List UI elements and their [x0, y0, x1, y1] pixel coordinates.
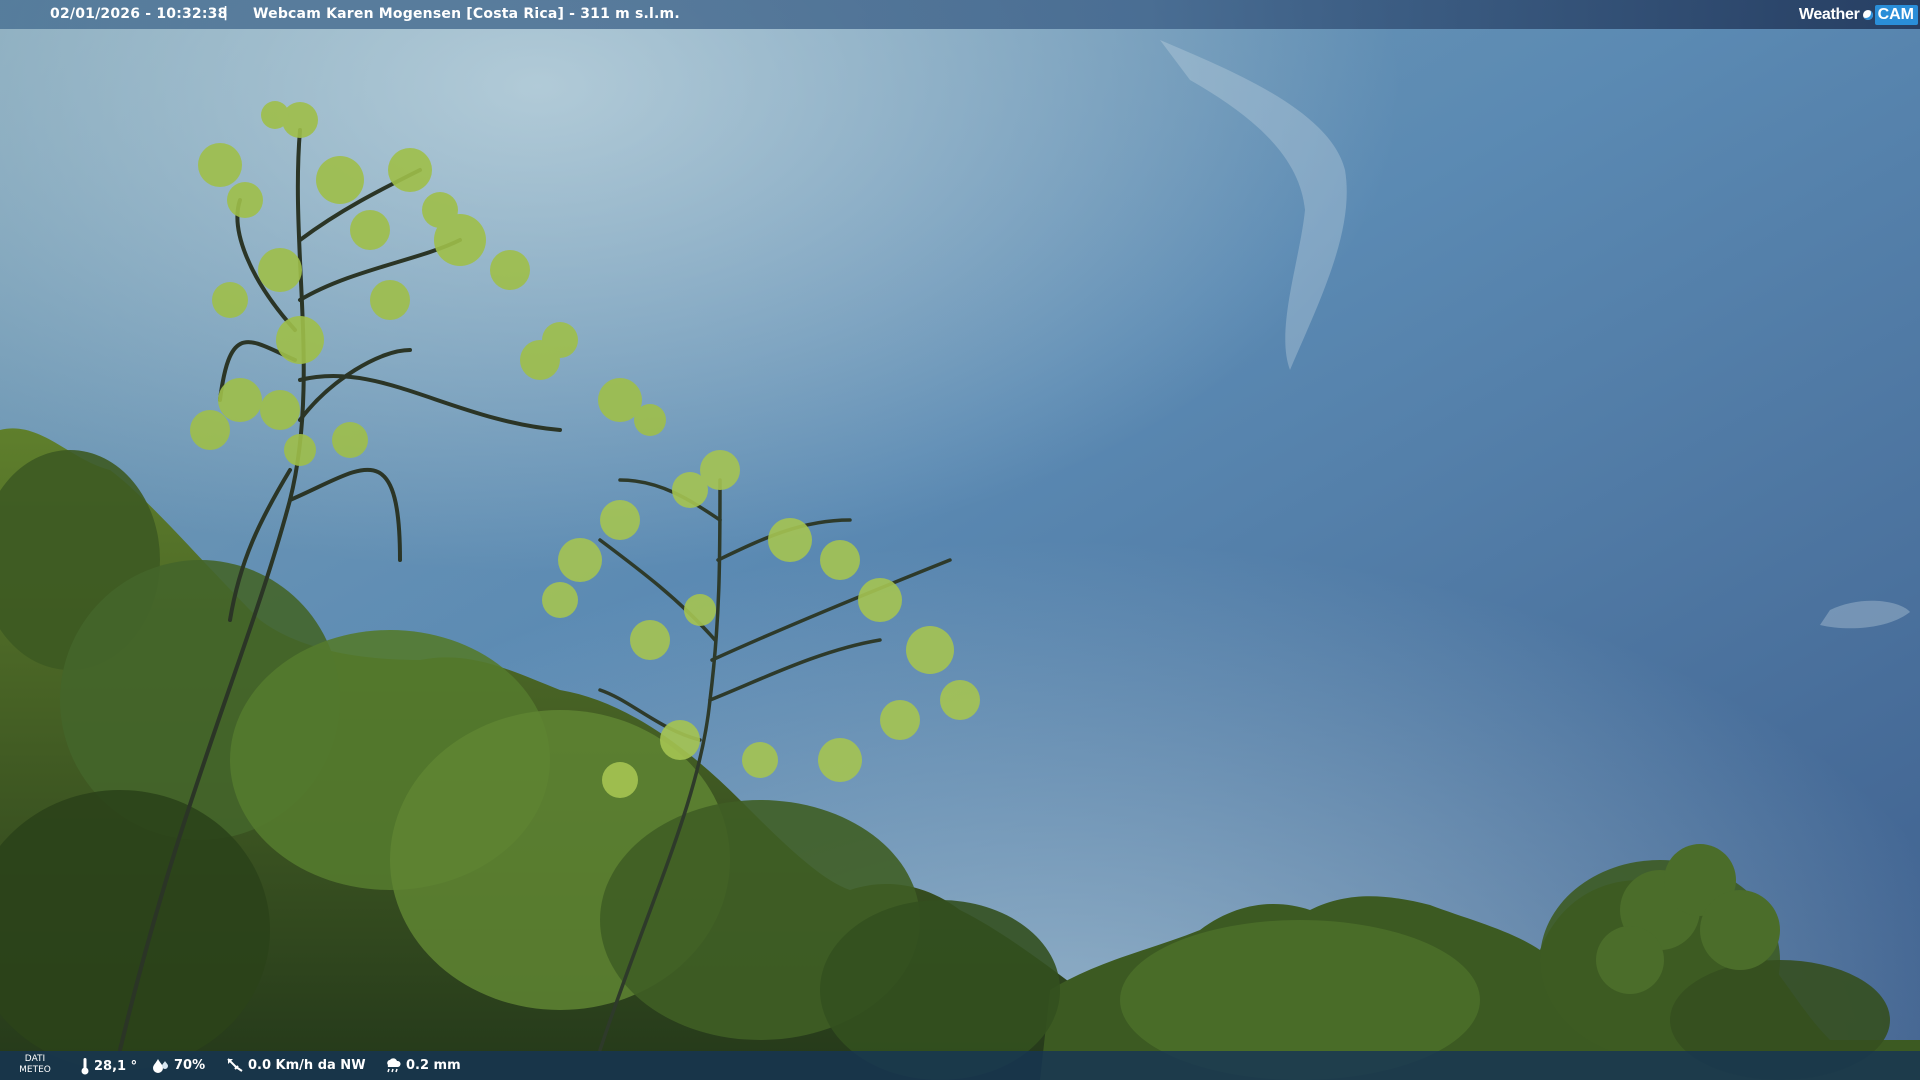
wind-value: 0.0 Km/h da NW — [248, 1057, 366, 1073]
rain-cloud-icon — [387, 1058, 401, 1073]
rain-metric: 0.2 mm — [384, 1057, 461, 1073]
wind-vane-icon — [227, 1058, 243, 1072]
temperature-metric: 28,1 ° — [80, 1057, 137, 1075]
logo-text-cam: CAM — [1874, 4, 1918, 25]
weathercam-logo[interactable]: Weather CAM — [1799, 3, 1918, 26]
rain-value: 0.2 mm — [406, 1057, 461, 1073]
webcam-frame: 02/01/2026 - 10:32:38 | Webcam Karen Mog… — [0, 0, 1920, 1080]
thermometer-icon — [81, 1058, 89, 1075]
label-line-2: METEO — [19, 1065, 51, 1075]
droplet-icon — [153, 1059, 168, 1073]
webcam-title: Webcam Karen Mogensen [Costa Rica] - 311… — [253, 6, 680, 22]
timestamp: 02/01/2026 - 10:32:38 — [50, 6, 228, 22]
webcam-scene — [0, 0, 1920, 1080]
logo-text-weather: Weather — [1798, 5, 1860, 23]
wind-metric: 0.0 Km/h da NW — [226, 1057, 366, 1073]
label-line-1: DATI — [24, 1054, 46, 1064]
temperature-value: 28,1 ° — [94, 1058, 138, 1074]
header-separator: | — [223, 5, 229, 21]
weather-data-label: DATI METEO — [12, 1054, 58, 1076]
weather-data-bar: DATI METEO 28,1 ° 70% 0.0 Km/h da NW 0.2… — [0, 1051, 1920, 1080]
humidity-metric: 70% — [152, 1057, 205, 1073]
header-bar: 02/01/2026 - 10:32:38 | Webcam Karen Mog… — [0, 0, 1920, 29]
logo-dot-icon — [1862, 9, 1873, 20]
humidity-value: 70% — [174, 1057, 206, 1073]
